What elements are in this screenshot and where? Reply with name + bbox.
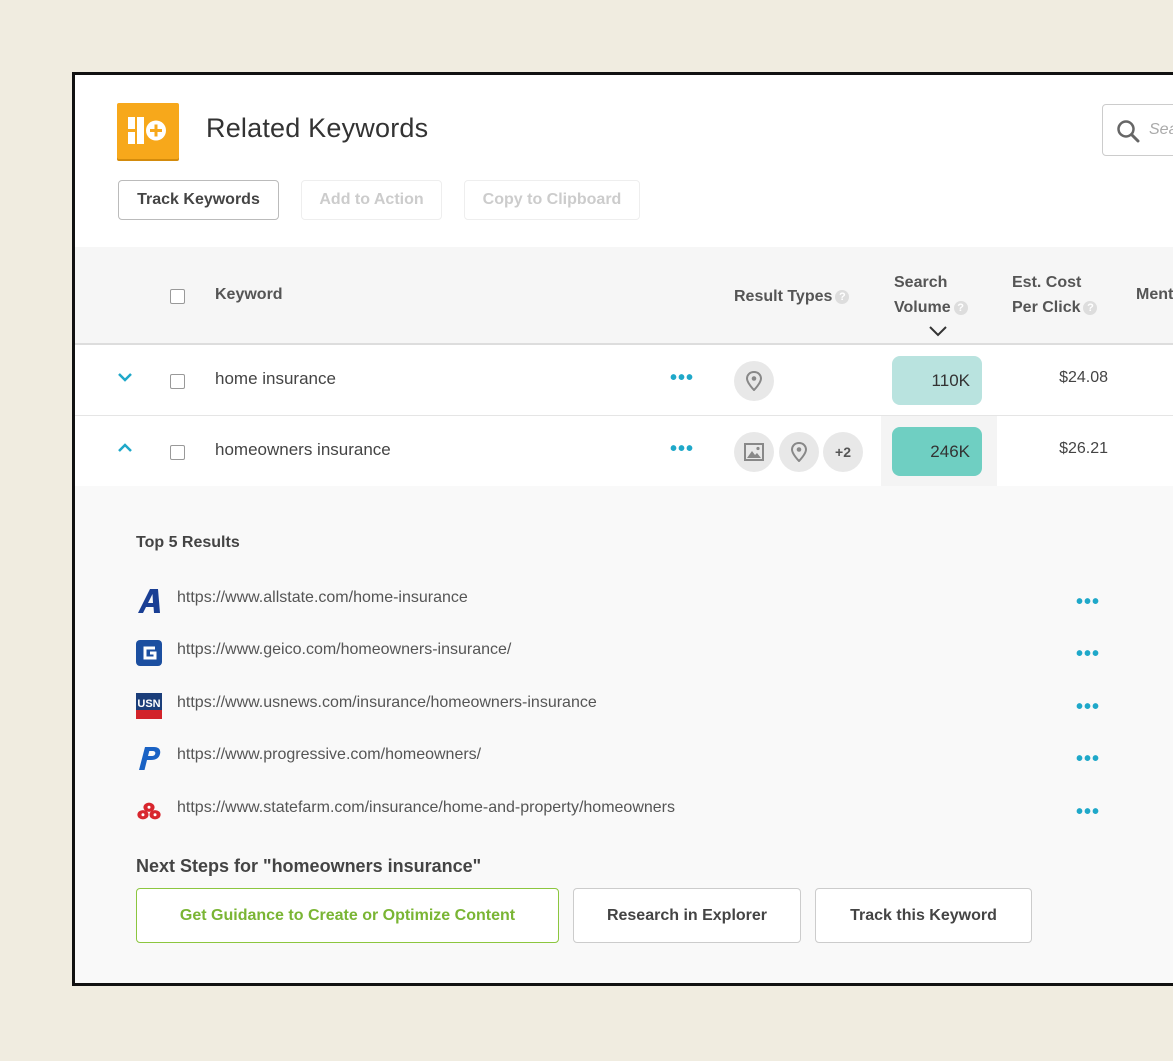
research-in-explorer-button[interactable]: Research in Explorer xyxy=(573,888,801,943)
track-keywords-button[interactable]: Track Keywords xyxy=(118,180,279,220)
column-search-volume[interactable]: Search Volume? xyxy=(894,270,968,337)
top-results-heading: Top 5 Results xyxy=(136,534,240,551)
result-url[interactable]: https://www.progressive.com/homeowners/ xyxy=(177,746,481,764)
related-keywords-panel: Related Keywords Track Keywords Add to A… xyxy=(72,72,1173,986)
column-result-types[interactable]: Result Types? xyxy=(734,284,850,309)
app-logo xyxy=(117,103,179,159)
search-box[interactable] xyxy=(1102,104,1173,156)
more-result-types-badge[interactable]: +2 xyxy=(823,432,863,472)
column-keyword[interactable]: Keyword xyxy=(215,282,283,307)
app-logo-icon xyxy=(128,117,166,144)
result-type-location xyxy=(734,361,774,401)
add-to-action-button[interactable]: Add to Action xyxy=(301,180,442,220)
track-this-keyword-button[interactable]: Track this Keyword xyxy=(815,888,1032,943)
select-all-checkbox[interactable] xyxy=(170,289,185,304)
column-search-volume-label-2: Volume xyxy=(894,299,951,316)
column-cpc[interactable]: Est. Cost Per Click? xyxy=(1012,270,1098,320)
result-type-image xyxy=(734,432,774,472)
copy-to-clipboard-button[interactable]: Copy to Clipboard xyxy=(464,180,640,220)
location-pin-icon xyxy=(790,442,808,462)
help-icon[interactable]: ? xyxy=(1083,300,1098,315)
more-options-icon[interactable]: ••• xyxy=(1076,643,1100,666)
allstate-logo-icon xyxy=(138,589,160,613)
location-pin-icon xyxy=(745,371,763,391)
row-checkbox[interactable] xyxy=(170,374,185,389)
result-url[interactable]: https://www.allstate.com/home-insurance xyxy=(177,589,468,607)
get-guidance-button[interactable]: Get Guidance to Create or Optimize Conte… xyxy=(136,888,559,943)
result-url[interactable]: https://www.usnews.com/insurance/homeown… xyxy=(177,694,597,712)
help-icon[interactable]: ? xyxy=(953,300,968,315)
result-item: https://www.geico.com/homeowners-insuran… xyxy=(136,638,1136,668)
cpc-value: $26.21 xyxy=(1059,440,1108,457)
result-url[interactable]: https://www.statefarm.com/insurance/home… xyxy=(177,799,675,817)
chevron-down-icon[interactable] xyxy=(117,371,133,383)
search-volume-badge: 110K xyxy=(892,356,982,405)
page-title: Related Keywords xyxy=(206,113,429,143)
search-input[interactable] xyxy=(1149,119,1173,141)
column-mentions[interactable]: Ment xyxy=(1136,282,1173,307)
more-options-icon[interactable]: ••• xyxy=(670,438,694,461)
column-cpc-label-2: Per Click xyxy=(1012,299,1081,316)
more-options-icon[interactable]: ••• xyxy=(670,367,694,390)
next-steps-heading: Next Steps for "homeowners insurance" xyxy=(136,856,482,876)
image-icon xyxy=(744,443,764,461)
row-checkbox[interactable] xyxy=(170,445,185,460)
keyword-text: home insurance xyxy=(215,369,336,388)
result-url[interactable]: https://www.geico.com/homeowners-insuran… xyxy=(177,641,511,659)
more-options-icon[interactable]: ••• xyxy=(1076,801,1100,824)
keyword-details-panel: Top 5 Results https://www.allstate.com/h… xyxy=(75,486,1173,983)
result-item: https://www.statefarm.com/insurance/home… xyxy=(136,796,1136,826)
sort-descending-icon xyxy=(929,326,947,337)
result-item: USN https://www.usnews.com/insurance/hom… xyxy=(136,691,1136,721)
result-item: https://www.progressive.com/homeowners/ … xyxy=(136,743,1136,773)
usnews-logo-icon: USN xyxy=(136,693,162,719)
table-row: homeowners insurance ••• +2 246K $26.21 xyxy=(75,416,1173,487)
result-item: https://www.allstate.com/home-insurance … xyxy=(136,586,1136,616)
help-icon[interactable]: ? xyxy=(835,289,850,304)
table-header: Keyword Result Types? Search Volume? Est… xyxy=(75,247,1173,345)
search-icon xyxy=(1117,120,1140,143)
column-search-volume-label-1: Search xyxy=(894,274,948,291)
table-row: home insurance ••• 110K $24.08 xyxy=(75,345,1173,416)
cpc-value: $24.08 xyxy=(1059,369,1108,386)
column-cpc-label-1: Est. Cost xyxy=(1012,274,1082,291)
progressive-logo-icon xyxy=(139,747,161,770)
chevron-up-icon[interactable] xyxy=(117,442,133,454)
more-options-icon[interactable]: ••• xyxy=(1076,748,1100,771)
more-options-icon[interactable]: ••• xyxy=(1076,591,1100,614)
search-volume-badge: 246K xyxy=(892,427,982,476)
svg-text:USN: USN xyxy=(137,698,160,710)
geico-logo-icon xyxy=(136,640,162,666)
column-result-types-label: Result Types xyxy=(734,288,833,305)
result-type-location xyxy=(779,432,819,472)
keyword-text: homeowners insurance xyxy=(215,440,391,459)
more-options-icon[interactable]: ••• xyxy=(1076,696,1100,719)
statefarm-logo-icon xyxy=(137,802,161,820)
